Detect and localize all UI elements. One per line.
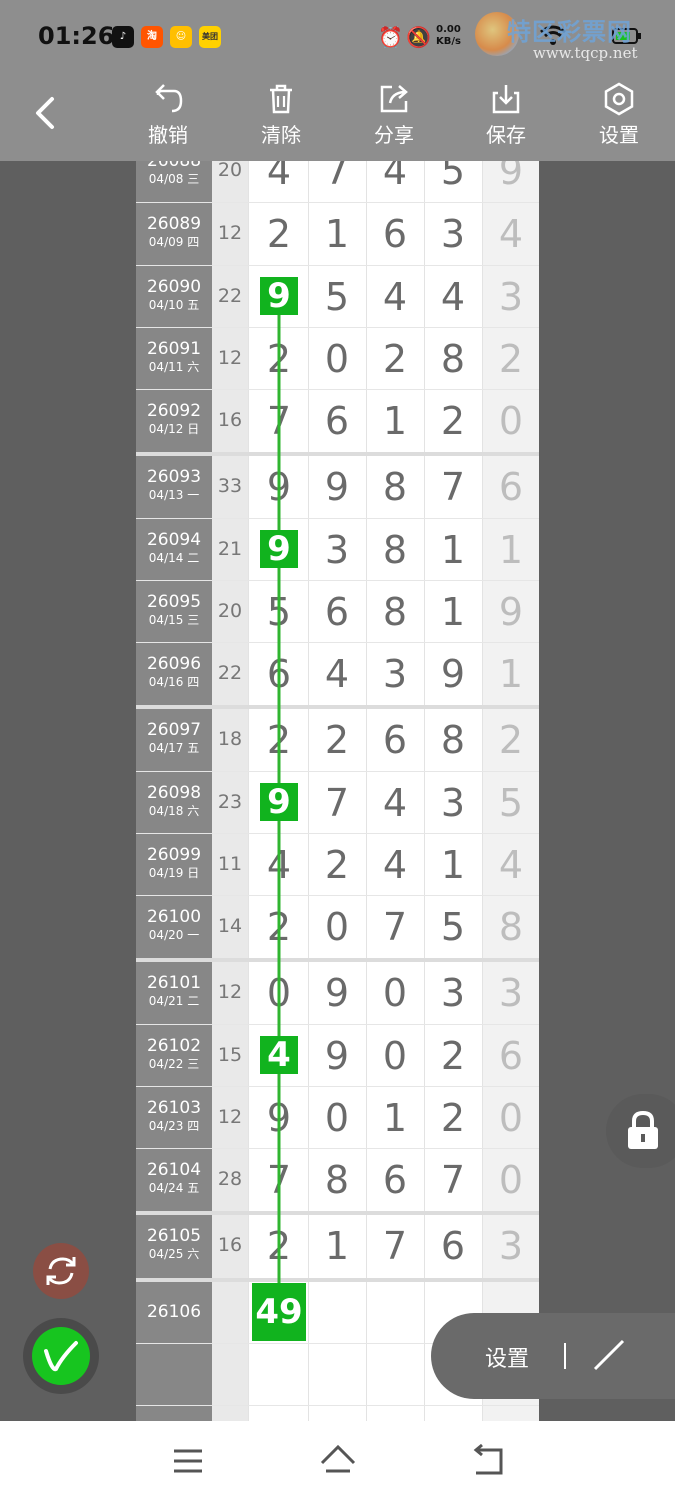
alarm-icon: ⏰ <box>378 25 403 49</box>
system-nav-bar <box>0 1421 675 1500</box>
clear-label: 清除 <box>261 123 301 147</box>
watermark-url: www.tqcp.net <box>533 44 638 62</box>
pen-icon <box>44 1341 78 1372</box>
settings-label: 设置 <box>599 123 639 147</box>
back-nav-button[interactable] <box>468 1441 508 1481</box>
highlight-marker[interactable]: 9 <box>260 783 298 821</box>
net-speed: 0.00 KB/s <box>436 24 461 48</box>
next-issue-marker[interactable]: 49 <box>252 1283 306 1341</box>
toolbar: 撤销 清除 分享 保存 设置 <box>0 75 675 161</box>
highlight-marker[interactable]: 9 <box>260 277 298 315</box>
settings-hexagon-icon <box>604 82 634 116</box>
line-tool-icon[interactable] <box>589 1335 629 1375</box>
trend-line <box>277 296 281 1312</box>
save-label: 保存 <box>486 123 526 147</box>
return-icon <box>473 1443 503 1475</box>
home-icon <box>320 1444 356 1473</box>
trend-board[interactable]: 26088 04/08 三 20 4 7 4 5 9 26089 04/09 四 12 2 1 6 3 4 26… <box>136 161 539 1421</box>
net-speed-value: 0.00 <box>436 24 461 35</box>
settings-pill[interactable]: 设置 <box>431 1313 675 1399</box>
settings-pill-label: 设置 <box>485 1347 530 1372</box>
lock-icon <box>628 1110 658 1149</box>
watermark-name: 特区彩票网 <box>507 18 632 46</box>
net-speed-unit: KB/s <box>436 36 461 47</box>
undo-icon <box>155 84 183 113</box>
undo-button[interactable]: 撤销 <box>128 81 208 148</box>
lock-button[interactable] <box>606 1094 675 1168</box>
refresh-button[interactable] <box>33 1243 89 1299</box>
back-button[interactable] <box>30 93 60 133</box>
tiktok-icon: ♪ <box>112 26 134 48</box>
status-time: 01:26 <box>38 22 115 50</box>
status-bar: 01:26 ♪ 淘 ☺ 美团 ⏰ 🔕 0.00 KB/s 特区彩票网 www.t… <box>0 0 675 75</box>
home-button[interactable] <box>318 1441 358 1481</box>
back-arrow-icon <box>36 97 54 129</box>
highlight-marker[interactable]: 9 <box>260 530 298 568</box>
share-icon <box>380 85 408 113</box>
pen-button-ring <box>23 1318 99 1394</box>
highlight-marker[interactable]: 4 <box>260 1036 298 1074</box>
share-button[interactable]: 分享 <box>354 81 434 148</box>
download-icon <box>492 85 520 114</box>
save-button[interactable]: 保存 <box>466 81 546 148</box>
taobao-icon: 淘 <box>141 26 163 48</box>
refresh-icon <box>46 1257 76 1285</box>
meituan-icon: 美团 <box>199 26 221 48</box>
pill-separator <box>564 1343 566 1369</box>
clear-button[interactable]: 清除 <box>241 81 321 148</box>
trash-icon <box>270 84 292 114</box>
mute-icon: 🔕 <box>406 25 431 49</box>
menu-icon <box>174 1449 202 1473</box>
pen-button[interactable] <box>32 1327 90 1385</box>
undo-label: 撤销 <box>148 123 188 147</box>
share-label: 分享 <box>374 123 414 147</box>
menu-button[interactable] <box>168 1441 208 1481</box>
app-icon: ☺ <box>170 26 192 48</box>
settings-button[interactable]: 设置 <box>579 81 659 148</box>
